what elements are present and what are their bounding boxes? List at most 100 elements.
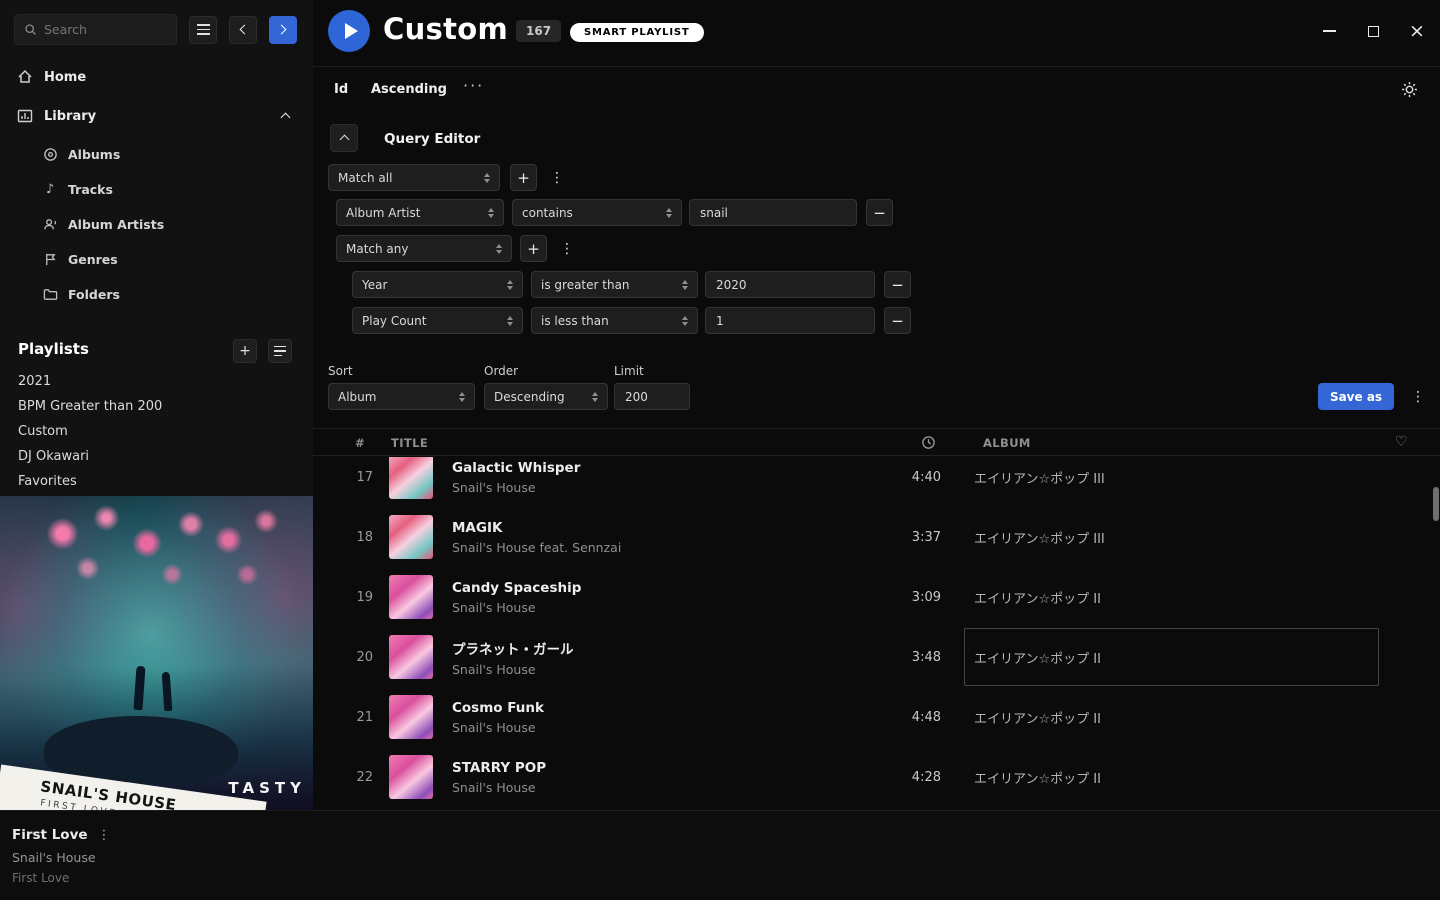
heart-icon[interactable]: ♡ — [1395, 434, 1408, 450]
track-artist: Snail's House — [452, 780, 871, 795]
track-album-cell[interactable]: エイリアン☆ポップ III — [964, 457, 1379, 506]
rule-value-input[interactable] — [705, 307, 875, 334]
scrollbar-thumb[interactable] — [1433, 487, 1439, 521]
sidebar-item-library[interactable]: Library — [0, 101, 313, 131]
sidebar-item-albums[interactable]: Albums — [0, 139, 313, 169]
sidebar-item-genres[interactable]: Genres — [0, 244, 313, 274]
track-title: Cosmo Funk — [452, 700, 871, 716]
sidebar-item-album-artists[interactable]: Album Artists — [0, 209, 313, 239]
select-arrows-icon — [682, 316, 688, 326]
rule-value-input[interactable] — [705, 271, 875, 298]
remove-rule-button[interactable]: − — [866, 199, 893, 226]
playlist-play-button[interactable] — [328, 10, 370, 52]
rule-operator-select[interactable]: contains — [512, 199, 682, 226]
track-album-cell[interactable]: エイリアン☆ポップ II — [964, 748, 1379, 806]
track-title: STARRY POP — [452, 760, 871, 776]
playlist-item[interactable]: BPM Greater than 200 — [18, 394, 298, 419]
select-arrows-icon — [507, 280, 513, 290]
chevron-up-icon[interactable] — [281, 113, 291, 123]
close-button[interactable]: × — [1410, 23, 1424, 39]
library-icon — [16, 108, 33, 124]
limit-input[interactable] — [614, 383, 690, 410]
match-all-select[interactable]: Match all — [328, 164, 500, 191]
forward-button[interactable] — [269, 16, 297, 44]
add-rule-button[interactable]: + — [520, 235, 547, 262]
settings-gear-icon[interactable] — [1401, 81, 1418, 98]
play-icon — [345, 23, 358, 39]
now-playing-menu-button[interactable]: ⋮ — [98, 828, 111, 843]
playlist-item[interactable]: DJ Okawari — [18, 444, 298, 469]
track-number: 18 — [343, 530, 373, 545]
rule-value-input[interactable] — [689, 199, 857, 226]
add-rule-button[interactable]: + — [510, 164, 537, 191]
playlist-item[interactable]: Custom — [18, 419, 298, 444]
playlist-options-button[interactable] — [268, 339, 292, 363]
track-album-cell-focused[interactable]: エイリアン☆ポップ II — [964, 628, 1379, 686]
list-icon — [274, 346, 286, 357]
rule-field-select[interactable]: Play Count — [352, 307, 523, 334]
back-button[interactable] — [229, 16, 257, 44]
table-row[interactable]: 17 Galactic WhisperSnail's House 4:40 エイ… — [313, 457, 1440, 507]
table-header: # TITLE ALBUM ♡ — [313, 428, 1440, 456]
track-album-cell[interactable]: エイリアン☆ポップ II — [964, 688, 1379, 746]
folder-icon — [42, 287, 58, 302]
column-title[interactable]: TITLE — [391, 436, 428, 450]
more-options-button[interactable]: ··· — [463, 76, 484, 95]
table-row[interactable]: 22 STARRY POPSnail's House 4:28 エイリアン☆ポッ… — [313, 747, 1440, 807]
maximize-button[interactable] — [1366, 23, 1380, 39]
query-editor-collapse-button[interactable] — [330, 124, 358, 152]
sidebar-item-home[interactable]: Home — [0, 62, 313, 92]
playlist-item[interactable]: Favorites — [18, 469, 298, 494]
remove-rule-button[interactable]: − — [884, 307, 911, 334]
sort-order-control[interactable]: Ascending — [371, 82, 447, 97]
now-playing-album-art[interactable]: TASTY SNAIL'S HOUSE FIRST LOVE — [0, 496, 313, 810]
save-menu-button[interactable]: ⋮ — [1409, 383, 1427, 410]
rule-group-menu-button[interactable]: ⋮ — [558, 235, 576, 262]
track-album-cell[interactable]: エイリアン☆ポップ II — [964, 568, 1379, 626]
select-arrows-icon — [459, 392, 465, 402]
album-art-thumbnail — [389, 695, 433, 739]
clock-icon[interactable] — [921, 435, 936, 450]
rule-field-select[interactable]: Album Artist — [336, 199, 504, 226]
minimize-button[interactable] — [1322, 23, 1336, 39]
column-album[interactable]: ALBUM — [983, 436, 1031, 450]
table-row[interactable]: 20 プラネット・ガールSnail's House 3:48 エイリアン☆ポップ… — [313, 627, 1440, 687]
column-index[interactable]: # — [355, 436, 365, 450]
table-row[interactable]: 21 Cosmo FunkSnail's House 4:48 エイリアン☆ポッ… — [313, 687, 1440, 747]
rule-operator-select[interactable]: is less than — [531, 307, 698, 334]
table-row[interactable]: 18 MAGIKSnail's House feat. Sennzai 3:37… — [313, 507, 1440, 567]
track-duration: 4:48 — [871, 710, 941, 725]
rule-operator-select[interactable]: is greater than — [531, 271, 698, 298]
save-as-button[interactable]: Save as — [1318, 383, 1394, 410]
playlist-item[interactable]: 2021 — [18, 369, 298, 394]
maximize-icon — [1368, 26, 1379, 37]
track-duration: 4:40 — [871, 470, 941, 485]
add-playlist-button[interactable]: + — [233, 339, 257, 363]
track-title: MAGIK — [452, 520, 871, 536]
sort-field-control[interactable]: Id — [334, 82, 348, 97]
art-brand-label: TASTY — [228, 779, 306, 797]
now-playing-album: First Love — [12, 871, 111, 885]
minus-icon: − — [873, 204, 886, 222]
sidebar-item-folders[interactable]: Folders — [0, 279, 313, 309]
remove-rule-button[interactable]: − — [884, 271, 911, 298]
search-input[interactable] — [44, 22, 167, 37]
select-arrows-icon — [488, 208, 494, 218]
select-arrows-icon — [507, 316, 513, 326]
search-box[interactable] — [14, 14, 177, 45]
order-select[interactable]: Descending — [484, 383, 608, 410]
rule-group-menu-button[interactable]: ⋮ — [548, 164, 566, 191]
playlists-heading: Playlists — [18, 340, 89, 358]
track-album-cell[interactable]: エイリアン☆ポップ III — [964, 508, 1379, 566]
track-list: 17 Galactic WhisperSnail's House 4:40 エイ… — [313, 457, 1440, 810]
match-any-select[interactable]: Match any — [336, 235, 512, 262]
sort-select[interactable]: Album — [328, 383, 475, 410]
artist-icon — [42, 217, 58, 232]
table-row[interactable]: 19 Candy SpaceshipSnail's House 3:09 エイリ… — [313, 567, 1440, 627]
rule-field-select[interactable]: Year — [352, 271, 523, 298]
menu-button[interactable] — [189, 16, 217, 44]
select-arrows-icon — [484, 173, 490, 183]
sidebar-item-tracks[interactable]: ♪ Tracks — [0, 174, 313, 204]
album-art-thumbnail — [389, 755, 433, 799]
smart-playlist-badge: SMART PLAYLIST — [570, 23, 704, 42]
